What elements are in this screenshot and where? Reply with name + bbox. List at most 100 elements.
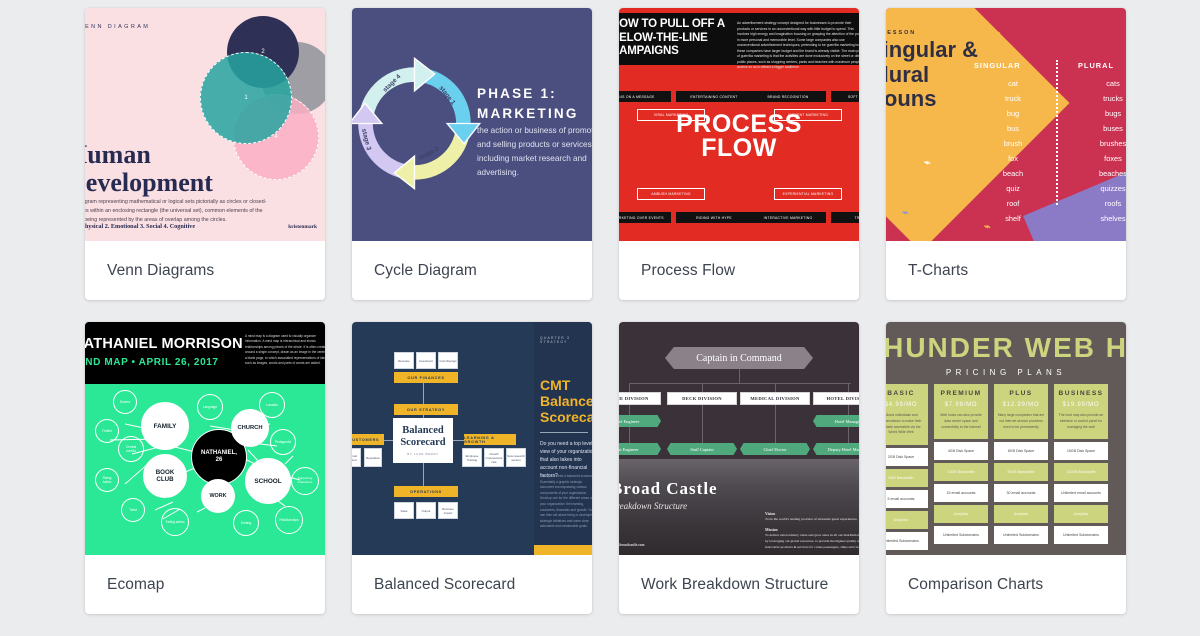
bsc-center-title: Balanced Scorecard [400, 424, 446, 448]
ecomap-node-work: WORK [201, 479, 235, 513]
process-box-ambush-marketing: AMBUSH MARKETING [637, 188, 705, 200]
comparison-headline: THUNDER WEB HOSTING [886, 332, 1126, 363]
ecomap-subnode-relationships: Relationships [275, 506, 303, 534]
ecomap-node-family: FAMILY [141, 402, 189, 450]
ecomap-subnode-rising-action: Rising Action [95, 468, 119, 492]
wbs-role-chief-engineer: Chief Engineer [619, 415, 661, 427]
ecomap-subnode-central-conflict: Central conflict [118, 436, 144, 462]
comparison-plan-price-3: $19.99/MO [1062, 402, 1100, 408]
comparison-feature-0-1: 5GB Bandwidth [886, 469, 928, 488]
template-card-process-flow[interactable]: HOW TO PULL OFF A BELOW-THE-LINE CAMPAIG… [619, 8, 859, 300]
comparison-plan-name-1: PREMIUM [940, 390, 982, 397]
tchart-plural-list: cats trucks bugs buses brushes foxes beaches qu… [1076, 76, 1126, 226]
card-label-t-charts: T-Charts [908, 261, 969, 279]
comparison-feature-0-0: 2GB Disk Space [886, 448, 928, 467]
comparison-plan-basic[interactable]: BASIC $4.99/MO Allows individuals and orga… [886, 384, 928, 551]
bsc-leaf-cost-savings: Cost Savings [438, 352, 458, 369]
template-card-cycle-diagram[interactable]: stage 4 stage 1 stage 2 stage 3 PHASE 1:… [352, 8, 592, 300]
thumbnail-balanced-scorecard[interactable]: Revenue Investment Cost Savings OUR FINA… [352, 322, 592, 555]
bsc-leaf-employee-training: Employee Training [462, 448, 482, 467]
template-card-balanced-scorecard[interactable]: Revenue Investment Cost Savings OUR FINA… [352, 322, 592, 614]
template-card-comparison-charts[interactable]: THUNDER WEB HOSTING PRICING PLANS BASIC $… [886, 322, 1126, 614]
ecomap-name: NATHANIEL MORRISON [85, 336, 243, 352]
tchart-plural-item-1: trucks [1103, 94, 1123, 104]
venn-title-line2: Development [85, 168, 213, 198]
bsc-eyebrow: QUARTER 3 STRATEGY [540, 336, 571, 344]
bsc-panel-rule [540, 432, 588, 433]
template-card-venn-diagrams[interactable]: VENN DIAGRAM 2 4 1 Human Development A d… [85, 8, 325, 300]
wbs-vision-mission: Vision To be the world's leading provide… [765, 507, 859, 551]
process-flow-header: HOW TO PULL OFF A BELOW-THE-LINE CAMPAIG… [619, 13, 859, 69]
tchart-singular-item-9: shelf [1005, 214, 1021, 224]
tchart-singular-item-2: bug [1006, 109, 1020, 119]
template-card-work-breakdown-structure[interactable]: Captain in Command ENGINE DIVISION DECK … [619, 322, 859, 614]
wbs-stem-3 [775, 405, 776, 448]
card-label-cycle-diagram: Cycle Diagram [374, 261, 477, 279]
process-box-top-3: BRAND RECOGNITION [750, 91, 826, 102]
process-flow-title: PROCESS FLOW [676, 110, 802, 162]
ecomap-subnode-protagonist: Protagonist [270, 429, 296, 455]
bsc-leaf-revenue: Revenue [394, 352, 414, 369]
tchart-plural-header: PLURAL [1078, 61, 1114, 70]
tchart-singular-list: cat truck bug bus brush fox beach quiz roof shelf [976, 76, 1050, 226]
venn-eyebrow: VENN DIAGRAM [85, 24, 151, 30]
bsc-panel-body: Then you'll need a balanced scorecard. E… [540, 474, 592, 529]
bsc-leaf-new-research-sectors: New research sectors [506, 448, 526, 467]
gallery-row-2: NATHANIEL MORRISON MIND MAP • APRIL 26, … [85, 322, 1200, 614]
tchart-plural-item-7: quizzes [1100, 184, 1126, 194]
ecomap-subnode-supporting-characters: Supporting Characters [291, 467, 319, 495]
zigzag-icon-3: ⌁ [902, 207, 909, 219]
process-flow-intro: An advertisement strategy concept design… [737, 21, 859, 70]
venn-circle-teal: 1 [200, 52, 292, 144]
template-card-t-charts[interactable]: ⌁ ⌁ ⌁ ⌁ LESSON Singular & Plural Nouns S… [886, 8, 1126, 300]
wbs-ship-subtitle: Breakdown Structure [619, 501, 688, 511]
comparison-plan-desc-3: The host may also provide an interface o… [1058, 413, 1104, 429]
comparison-feature-1-2: 15 email accounts [934, 484, 988, 503]
bsc-leaf-growth-improvement-rate: Growth improvement rate [484, 448, 504, 467]
bsc-quadrant-operations: OPERATIONS [394, 486, 458, 497]
comparison-plan-price-0: $4.99/MO [886, 402, 918, 408]
tchart-singular-item-5: fox [1008, 154, 1018, 164]
wbs-role-staff-captain: Staff Captain [667, 443, 737, 455]
ecomap-note: A mind map is a diagram used to visually… [245, 334, 325, 366]
process-box-experiential-marketing: EXPERIENTIAL MARKETING [774, 188, 842, 200]
comparison-plan-business[interactable]: BUSINESS $19.99/MO The host may also provi… [1054, 384, 1108, 545]
thumbnail-process-flow[interactable]: HOW TO PULL OFF A BELOW-THE-LINE CAMPAIG… [619, 8, 859, 241]
thumbnail-work-breakdown-structure[interactable]: Captain in Command ENGINE DIVISION DECK … [619, 322, 859, 555]
bsc-quadrant-customers: CUSTOMERS [352, 434, 384, 445]
wbs-stem-2 [702, 405, 703, 448]
comparison-plan-name-3: BUSINESS [1058, 390, 1104, 397]
comparison-plan-header-3: BUSINESS $19.99/MO The host may also provi… [1054, 384, 1108, 440]
zigzag-icon-1: ⌁ [994, 27, 1001, 39]
template-card-ecomap[interactable]: NATHANIEL MORRISON MIND MAP • APRIL 26, … [85, 322, 325, 614]
card-label-process-flow: Process Flow [641, 261, 736, 279]
tchart-plural-item-3: buses [1103, 124, 1123, 134]
venn-title: Human Development [85, 140, 213, 198]
comparison-plan-price-1: $7.99/MO [944, 402, 978, 408]
bsc-quadrant-our-strategy: OUR STRATEGY [394, 404, 458, 415]
ecomap-header: NATHANIEL MORRISON MIND MAP • APRIL 26, … [85, 322, 325, 384]
comparison-plan-name-0: BASIC [887, 390, 915, 397]
tchart-singular-item-7: quiz [1006, 184, 1020, 194]
comparison-subhead: PRICING PLANS [945, 368, 1067, 377]
comparison-feature-1-0: 4GB Disk Space [934, 442, 988, 461]
comparison-feature-0-4: Unlimited Subdomains [886, 532, 928, 551]
bsc-leaf-output: Output [416, 502, 436, 519]
wbs-top-node: Captain in Command [665, 347, 813, 369]
process-box-bottom-2: RIDING WITH HYPE [676, 212, 752, 223]
comparison-feature-1-4: Unlimited Subdomains [934, 526, 988, 545]
comparison-feature-1-3: Analytics [934, 505, 988, 524]
thumbnail-comparison-charts[interactable]: THUNDER WEB HOSTING PRICING PLANS BASIC $… [886, 322, 1126, 555]
comparison-plan-header-1: PREMIUM $7.99/MO Web hosts can also provid… [934, 384, 988, 440]
thumbnail-venn-diagrams[interactable]: VENN DIAGRAM 2 4 1 Human Development A d… [85, 8, 325, 241]
card-label-venn-diagrams: Venn Diagrams [107, 261, 215, 279]
comparison-plan-plus[interactable]: PLUS $12.99/MO Many large companies that a… [994, 384, 1048, 545]
card-label-work-breakdown-structure: Work Breakdown Structure [641, 575, 829, 593]
thumbnail-t-charts[interactable]: ⌁ ⌁ ⌁ ⌁ LESSON Singular & Plural Nouns S… [886, 8, 1126, 241]
thumbnail-cycle-diagram[interactable]: stage 4 stage 1 stage 2 stage 3 PHASE 1:… [352, 8, 592, 241]
comparison-feature-2-3: Analytics [994, 505, 1048, 524]
comparison-plan-premium[interactable]: PREMIUM $7.99/MO Web hosts can also provid… [934, 384, 988, 545]
wbs-division-medical: MEDICAL DIVISION [740, 392, 810, 405]
thumbnail-ecomap[interactable]: NATHANIEL MORRISON MIND MAP • APRIL 26, … [85, 322, 325, 555]
bsc-panel-title: CMT Balanced Scorecard [540, 377, 592, 426]
